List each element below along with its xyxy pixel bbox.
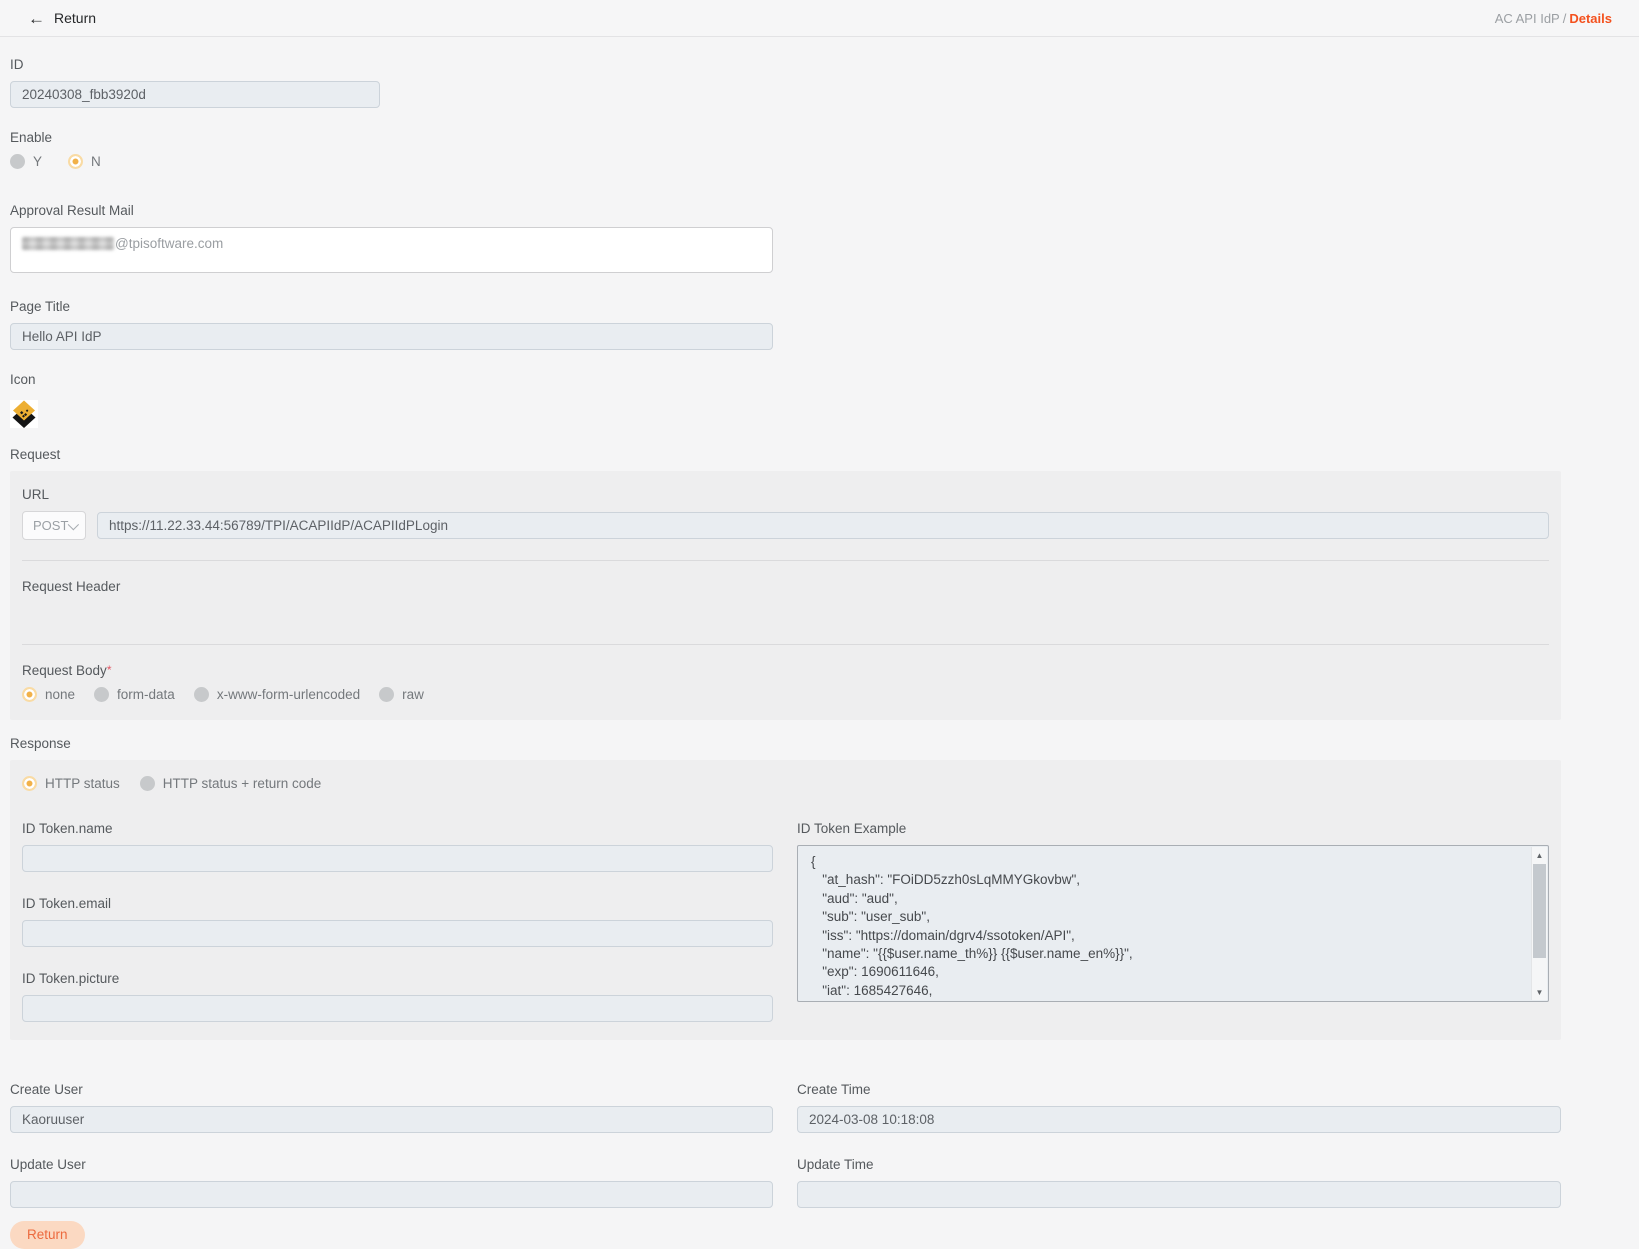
breadcrumb-separator: / (1563, 11, 1567, 26)
section-response: Response HTTP status HTTP status + retur… (10, 736, 1561, 1040)
http-method-select[interactable]: POST (22, 511, 86, 540)
id-token-name-input[interactable] (22, 845, 773, 872)
request-url-input[interactable]: https://11.22.33.44:56789/TPI/ACAPIIdP/A… (97, 512, 1549, 539)
radio-selected-icon (22, 776, 37, 791)
url-label: URL (22, 487, 1549, 502)
id-token-name-label: ID Token.name (22, 821, 773, 836)
request-label: Request (10, 447, 1561, 462)
request-header-label: Request Header (22, 579, 1549, 594)
body-radio-form-data[interactable]: form-data (94, 687, 175, 702)
enable-radio-y-label: Y (33, 154, 42, 169)
approval-mail-label: Approval Result Mail (10, 203, 1561, 218)
details-form: ID 20240308_fbb3920d Enable Y N Approval… (0, 37, 1639, 1249)
enable-radio-y[interactable]: Y (10, 154, 42, 169)
radio-unselected-icon (379, 687, 394, 702)
id-input[interactable]: 20240308_fbb3920d (10, 81, 380, 108)
body-radio-raw-label: raw (402, 687, 424, 702)
id-token-example-box[interactable]: { "at_hash": "FOiDD5zzh0sLqMMYGkovbw", "… (797, 845, 1549, 1002)
id-token-picture-input[interactable] (22, 995, 773, 1022)
enable-radio-n[interactable]: N (68, 154, 101, 169)
top-bar: ← Return AC API IdP/Details (0, 0, 1639, 37)
field-update-user: Update User (10, 1157, 773, 1208)
radio-selected-icon (68, 154, 83, 169)
create-time-input[interactable]: 2024-03-08 10:18:08 (797, 1106, 1561, 1133)
request-panel: URL POST https://11.22.33.44:56789/TPI/A… (10, 471, 1561, 720)
field-id: ID 20240308_fbb3920d (10, 57, 1561, 108)
token-example-column: ID Token Example { "at_hash": "FOiDD5zzh… (797, 821, 1549, 1022)
body-radio-form-data-label: form-data (117, 687, 175, 702)
field-icon: Icon (10, 372, 1561, 431)
icon-label: Icon (10, 372, 1561, 387)
scroll-up-arrow-icon[interactable]: ▲ (1532, 847, 1547, 863)
approval-mail-suffix: @tpisoftware.com (115, 236, 223, 251)
breadcrumb-current: Details (1569, 11, 1612, 26)
radio-selected-icon (22, 687, 37, 702)
required-asterisk: * (107, 663, 112, 677)
body-radio-none-label: none (45, 687, 75, 702)
response-radio-http-status[interactable]: HTTP status (22, 776, 120, 791)
divider (22, 560, 1549, 561)
create-user-input[interactable]: Kaoruuser (10, 1106, 773, 1133)
response-label: Response (10, 736, 1561, 751)
approval-mail-textarea[interactable]: @tpisoftware.com (10, 227, 773, 273)
body-radio-urlencoded-label: x-www-form-urlencoded (217, 687, 360, 702)
breadcrumb-parent[interactable]: AC API IdP (1495, 11, 1560, 26)
create-time-label: Create Time (797, 1082, 1561, 1097)
meta-row-update: Update User Update Time (10, 1157, 1561, 1208)
scrollbar-thumb[interactable] (1533, 864, 1546, 958)
response-radio-http-status-return-code[interactable]: HTTP status + return code (140, 776, 321, 791)
chevron-down-icon (68, 519, 79, 530)
body-radio-none[interactable]: none (22, 687, 75, 702)
response-radio-http-status-return-code-label: HTTP status + return code (163, 776, 321, 791)
update-time-label: Update Time (797, 1157, 1561, 1172)
update-user-label: Update User (10, 1157, 773, 1172)
back-button-label: Return (54, 10, 96, 26)
back-arrow-icon: ← (28, 10, 45, 27)
page-title-input[interactable]: Hello API IdP (10, 323, 773, 350)
return-button[interactable]: Return (10, 1221, 85, 1249)
id-label: ID (10, 57, 1561, 72)
body-radio-urlencoded[interactable]: x-www-form-urlencoded (194, 687, 360, 702)
radio-unselected-icon (140, 776, 155, 791)
token-fields-column: ID Token.name ID Token.email ID Token.pi… (22, 821, 773, 1022)
field-enable: Enable Y N (10, 130, 1561, 169)
back-button[interactable]: ← Return (28, 10, 96, 27)
section-request: Request URL POST https://11.22.33.44:567… (10, 447, 1561, 720)
breadcrumb: AC API IdP/Details (1495, 11, 1612, 26)
page-title-label: Page Title (10, 299, 1561, 314)
id-token-picture-label: ID Token.picture (22, 971, 773, 986)
redacted-email-prefix (22, 237, 114, 250)
scrollbar[interactable]: ▲ ▼ (1531, 847, 1547, 1000)
create-user-label: Create User (10, 1082, 773, 1097)
field-create-time: Create Time 2024-03-08 10:18:08 (797, 1082, 1561, 1133)
stacked-diamonds-logo-icon (10, 400, 38, 428)
scroll-down-arrow-icon[interactable]: ▼ (1532, 984, 1547, 1000)
enable-label: Enable (10, 130, 1561, 145)
id-token-example-label: ID Token Example (797, 821, 1549, 836)
response-radio-http-status-label: HTTP status (45, 776, 120, 791)
request-body-label: Request Body* (22, 663, 1549, 678)
http-method-value: POST (33, 518, 68, 533)
divider (22, 644, 1549, 645)
radio-unselected-icon (10, 154, 25, 169)
field-approval-mail: Approval Result Mail @tpisoftware.com (10, 203, 1561, 273)
enable-radio-n-label: N (91, 154, 101, 169)
field-page-title: Page Title Hello API IdP (10, 299, 1561, 350)
radio-unselected-icon (94, 687, 109, 702)
update-user-input[interactable] (10, 1181, 773, 1208)
response-panel: HTTP status HTTP status + return code ID… (10, 760, 1561, 1040)
field-create-user: Create User Kaoruuser (10, 1082, 773, 1133)
update-time-input[interactable] (797, 1181, 1561, 1208)
request-header-empty-area (22, 594, 1549, 624)
field-update-time: Update Time (797, 1157, 1561, 1208)
meta-row-create: Create User Kaoruuser Create Time 2024-0… (10, 1082, 1561, 1133)
id-token-email-input[interactable] (22, 920, 773, 947)
body-radio-raw[interactable]: raw (379, 687, 424, 702)
radio-unselected-icon (194, 687, 209, 702)
id-token-email-label: ID Token.email (22, 896, 773, 911)
id-token-example-text: { "at_hash": "FOiDD5zzh0sLqMMYGkovbw", "… (798, 846, 1531, 1001)
